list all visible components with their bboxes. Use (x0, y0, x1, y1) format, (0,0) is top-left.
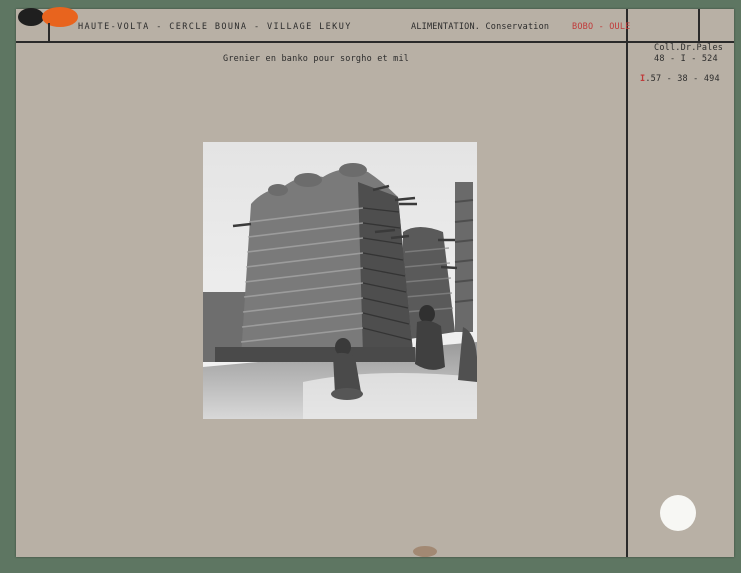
inventory-rest: .57 - 38 - 494 (645, 74, 720, 84)
photo-caption: Grenier en banko pour sorgho et mil (223, 54, 410, 64)
header-subject: ALIMENTATION. Conservation (411, 22, 550, 32)
header-group: BOBO - OULE (572, 22, 631, 32)
stain-mark (413, 546, 437, 557)
color-tab-dark-icon (18, 8, 44, 26)
header-location: HAUTE-VOLTA - CERCLE BOUNA - VILLAGE LEK… (78, 22, 352, 32)
collection-name: Coll.Dr.Pales (654, 43, 724, 53)
inventory-number: I.57 - 38 - 494 (640, 74, 720, 84)
header-divider-left (48, 23, 50, 41)
margin-rule (626, 9, 628, 557)
punch-hole (660, 495, 696, 531)
photograph (203, 142, 477, 419)
collection-number: 48 - I - 524 (654, 54, 718, 64)
archive-card: HAUTE-VOLTA - CERCLE BOUNA - VILLAGE LEK… (16, 7, 734, 557)
granary-photo-image (203, 142, 477, 419)
header-divider-right (698, 9, 700, 41)
